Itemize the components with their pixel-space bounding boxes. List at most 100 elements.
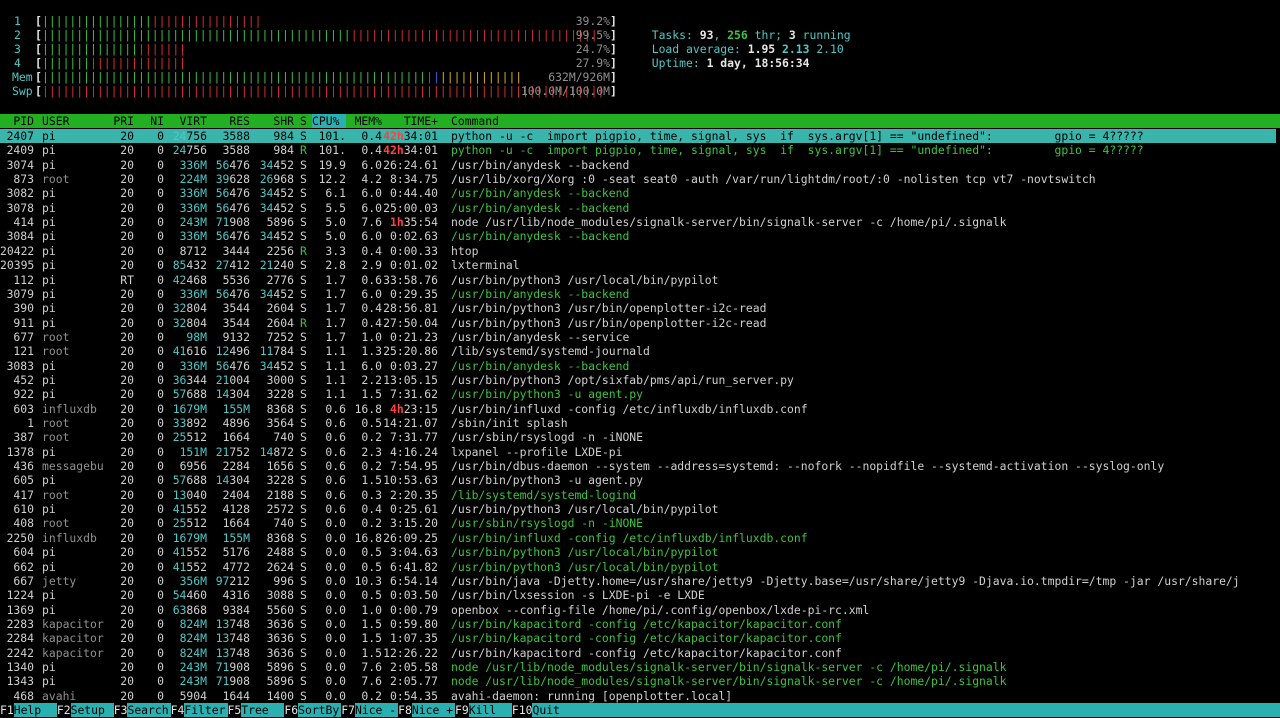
fkey-search[interactable]: F3Search [113,703,169,717]
process-row[interactable]: 1343 pi 20 0 243M 71908 5896 S 0.0 7.6 2:05.77 node… [0,674,1280,688]
process-row[interactable]: 662 pi 20 0 41552 4772 2624 S 0.0 0.5 6:41.82/usr/… [0,560,1280,574]
process-row[interactable]: 922 pi 20 0 57688 14304 3228 S 1.1 1.5 7:31.62/usr… [0,387,1280,401]
cpu-cell: 0.0 [325,688,346,703]
col-cpu[interactable]: CPU% [312,114,346,128]
process-row[interactable]: 604 pi 20 0 41552 5176 2488 S 0.0 0.5 3:04.63/usr/… [0,545,1280,559]
cpu-cell: 1.1 [325,344,346,359]
process-row[interactable]: 2283 kapacitor 20 0 824M 13748 3636 S 0.0 1.5 0:59… [0,617,1280,631]
time-cell: 13:05.15 [383,372,438,387]
mem-cell: 6.0 [361,157,382,172]
process-row[interactable]: 387 root 20 0 25512 1664 740 S 0.6 0.2 7:31.77/usr… [0,430,1280,444]
pid-cell: 1 [27,416,34,430]
process-row[interactable]: 112 pi RT 0 42468 5536 2776 S 1.7 0.6 33:58.76/usr… [0,273,1280,287]
pid-cell: 667 [13,573,34,588]
fkey-nice-[interactable]: F8Nice + [398,703,454,717]
command-cell: /lib/systemd/systemd-logind [451,487,637,502]
res-cell: 21004 [215,372,250,387]
process-row[interactable]: 408 root 20 0 25512 1664 740 S 0.0 0.2 3:15.20/usr… [0,516,1280,530]
process-row[interactable]: 121 root 20 0 41616 12496 11784 S 1.1 1.3 25:20.86… [0,344,1280,358]
col-res[interactable]: RES [207,114,250,128]
process-row[interactable]: 3083 pi 20 0 336M 56476 34452 S 1.1 6.0 0:03.27/us… [0,359,1280,373]
fkey-quit[interactable]: F10Quit [511,703,560,717]
process-row[interactable]: 3079 pi 20 0 336M 56476 34452 S 1.7 6.0 0:29.35/us… [0,287,1280,301]
col-pid[interactable]: PID [0,114,34,128]
virt-cell: 5904 [179,688,207,703]
pid-cell: 2283 [6,616,34,631]
col-command[interactable]: Command [451,114,499,128]
process-row[interactable]: 3082 pi 20 0 336M 56476 34452 S 6.1 6.0 0:44.40/us… [0,186,1280,200]
command-cell: /usr/bin/python3 /usr/local/bin/pypilot [451,559,719,574]
col-mem[interactable]: MEM% [346,114,382,128]
command-cell: node /usr/lib/node_modules/signalk-serve… [451,674,1007,689]
fkey-sortby[interactable]: F6SortBy [284,703,340,717]
process-row[interactable]: 390 pi 20 0 32804 3544 2604 S 1.7 0.4 28:56.81/usr… [0,301,1280,315]
fkey-setup[interactable]: F2Setup [56,703,112,717]
shr-cell: 3636 [266,631,294,646]
pid-cell: 911 [13,315,34,330]
process-row[interactable]: 2242 kapacitor 20 0 824M 13748 3636 S 0.0 1.5 12:2… [0,646,1280,660]
state-cell: S [300,215,307,230]
process-row[interactable]: 1369 pi 20 0 63868 9384 5560 S 0.0 1.0 0:00.79 open… [0,603,1280,617]
process-row[interactable]: 3084 pi 20 0 336M 56476 34452 S 5.0 6.0 0:02.63/us… [0,229,1280,243]
process-row[interactable]: 414 pi 20 0 243M 71908 5896 S 5.0 7.6 1h35:54 node … [0,215,1280,229]
res-cell: 14304 [215,387,250,402]
process-row[interactable]: 436 messagebu 20 0 6956 2284 1656 S 0.6 0.2 7:54.9… [0,459,1280,473]
pri-cell: 20 [120,430,134,445]
col-user[interactable]: USER [42,114,69,128]
ni-cell: 0 [157,416,164,430]
fkey-filter[interactable]: F4Filter [170,703,226,717]
state-cell: S [300,186,307,201]
process-row[interactable]: 3074 pi 20 0 336M 56476 34452 S 19.9 6.0 26:24.61 /… [0,158,1280,172]
process-row[interactable]: 3078 pi 20 0 336M 56476 34452 S 5.5 6.0 25:00.03/u… [0,201,1280,215]
cpu-cell: 0.0 [325,545,346,560]
shr-cell: 740 [273,516,294,531]
pri-cell: 20 [120,315,134,330]
cpu-cell: 0.0 [325,645,346,660]
process-row[interactable]: 911 pi 20 0 32804 3544 2604 R 1.7 0.4 27:50.04/usr… [0,316,1280,330]
process-row[interactable]: 603 influxdb 20 0 1679M 155M 8368 S 0.6 16.8 4h23:… [0,402,1280,416]
shr-cell: 7252 [266,329,294,344]
fkey-kill[interactable]: F9Kill [455,703,510,717]
time-cell: 0:01.02 [389,258,438,273]
col-virt[interactable]: VIRT [164,114,207,128]
fkey-nice--[interactable]: F7Nice - [341,703,397,717]
process-row[interactable]: 1378 pi 20 0 151M 21752 14872 S 0.6 2.3 4:16.24 lxp… [0,445,1280,459]
process-row[interactable]: 468 avahi 20 0 5904 1644 1400 S 0.0 0.2 0:54.35 ava… [0,689,1280,703]
col-pri[interactable]: PRI [106,114,134,128]
fkey-label: Kill [468,703,510,717]
pid-cell: 610 [13,502,34,517]
process-row[interactable]: 20395 pi 20 0 85432 27412 21240 S 2.8 2.9 0:01.02 l… [0,258,1280,272]
process-row[interactable]: 2407 pi 20 0 24756 3588 984 S 101. 0.4 42h34:01 pyt… [0,129,1276,143]
fkey-tree[interactable]: F5Tree [227,703,283,717]
col-state[interactable]: S [300,114,307,128]
process-row[interactable]: 1 root 20 0 33892 4896 3564 S 0.6 0.5 14:21.07/sbi… [0,416,1280,430]
process-row[interactable]: 610 pi 20 0 41552 4128 2572 S 0.6 0.4 0:25.61/usr/… [0,502,1280,516]
mem-cell: 0.2 [361,430,382,445]
process-row[interactable]: 677 root 20 0 98M 9132 7252 S 1.7 1.0 0:21.23/usr/… [0,330,1280,344]
process-row[interactable]: 873 root 20 0 224M 39628 26968 S 12.2 4.2 8:34.75 /… [0,172,1280,186]
time-cell: 1:07.35 [389,631,438,646]
process-row[interactable]: 1340 pi 20 0 243M 71908 5896 S 0.0 7.6 2:05.58 node… [0,660,1280,674]
process-row[interactable]: 605 pi 20 0 57688 14304 3228 S 0.6 1.5 10:53.63/us… [0,473,1280,487]
mem-cell: 7.6 [361,659,382,674]
process-row[interactable]: 452 pi 20 0 36344 21004 3000 S 1.1 2.2 13:05.15/us… [0,373,1280,387]
process-row[interactable]: 1224 pi 20 0 54460 4316 3088 S 0.0 0.5 0:03.50/usr… [0,588,1280,602]
col-time[interactable]: TIME+ [382,114,438,128]
res-cell: 56476 [215,157,250,172]
fkey-help[interactable]: F1Help [0,703,55,717]
process-row[interactable]: 20422 pi 20 0 8712 3444 2256 R 3.3 0.4 0:00.33 htop [0,244,1280,258]
virt-cell: 13040 [172,487,207,502]
process-row[interactable]: 2284 kapacitor 20 0 824M 13748 3636 S 0.0 1.5 1:07… [0,631,1280,645]
process-row[interactable]: 667 jetty 20 0 356M 97212 996 S 0.0 10.3 6:54.14/u… [0,574,1280,588]
process-row[interactable]: 417 root 20 0 13040 2404 2188 S 0.6 0.3 2:20.35/li… [0,488,1280,502]
pid-cell: 3079 [6,286,34,301]
state-cell: S [300,487,307,502]
process-row[interactable]: 2250 influxdb 20 0 1679M 155M 8368 S 0.0 16.8 26:0… [0,531,1280,545]
process-row[interactable]: 2409 pi 20 0 24756 3588 984 R 101. 0.4 42h34:01 pyt… [0,143,1280,157]
col-shr[interactable]: SHR [250,114,294,128]
col-ni[interactable]: NI [140,114,164,128]
virt-cell: 32804 [172,301,207,316]
res-cell: 97212 [215,573,250,588]
cpu-cell: 0.0 [325,616,346,631]
pid-cell: 387 [13,430,34,445]
